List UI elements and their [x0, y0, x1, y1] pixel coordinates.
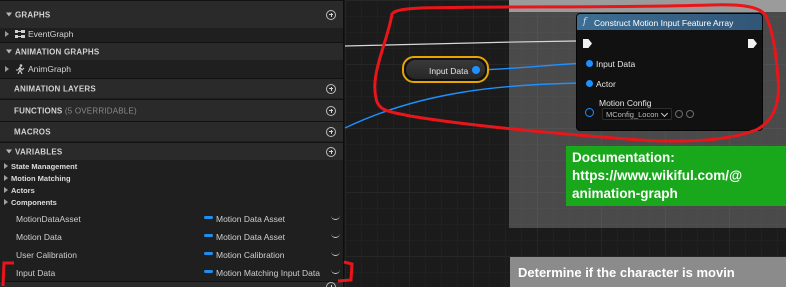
add-animation-layer-icon[interactable] [326, 83, 336, 94]
variable-category-motion-matching[interactable]: Motion Matching [4, 174, 71, 184]
category-label: Components [11, 198, 57, 207]
next-section-header[interactable] [0, 281, 343, 287]
movement-comment-box[interactable]: Determine if the character is movin [510, 257, 786, 287]
type-pill-icon [204, 216, 213, 219]
variable-type[interactable]: Motion Data Asset [216, 232, 285, 242]
eye-icon[interactable] [331, 232, 340, 238]
add-function-icon[interactable] [326, 105, 336, 116]
variable-row-input-data[interactable]: Input Data Motion Matching Input Data [0, 263, 343, 281]
output-pin[interactable] [472, 66, 480, 74]
variable-category-components[interactable]: Components [4, 198, 57, 208]
motion-config-pin-label: Motion Config [599, 98, 652, 108]
add-variable-icon[interactable] [326, 146, 336, 157]
functions-section-title: FUNCTIONS [14, 106, 63, 115]
event-graph-icon [15, 30, 25, 38]
variables-section-header[interactable]: VARIABLES [0, 142, 343, 160]
graphs-section-header[interactable]: GRAPHS [0, 0, 343, 28]
variable-category-actors[interactable]: Actors [4, 186, 35, 196]
type-pill-icon [204, 252, 213, 255]
type-pill-icon [204, 270, 213, 273]
variable-name: Motion Data [16, 232, 62, 242]
category-label: Actors [11, 186, 35, 195]
comment-text: Determine if the character is movin [518, 265, 735, 280]
collapse-arrow-icon [6, 149, 12, 153]
collapse-arrow-icon [6, 12, 12, 17]
actor-pin-label: Actor [596, 79, 616, 89]
variable-row-motiondataasset[interactable]: MotionDataAsset Motion Data Asset [0, 209, 343, 227]
add-macro-icon[interactable] [326, 126, 336, 137]
chevron-down-icon [660, 109, 669, 118]
documentation-heading: Documentation: [572, 150, 675, 165]
input-data-getter-node[interactable]: Input Data [402, 56, 489, 83]
eye-icon[interactable] [331, 214, 340, 220]
motion-config-value: MConfig_Locon [606, 110, 659, 119]
macros-section-header[interactable]: MACROS [0, 121, 343, 141]
graph-item-animgraph[interactable]: AnimGraph [0, 60, 343, 78]
browse-asset-icon[interactable] [686, 110, 694, 118]
animation-graphs-section-title: ANIMATION GRAPHS [15, 47, 100, 56]
comment-box-header[interactable] [509, 0, 786, 12]
graph-item-eventgraph[interactable]: EventGraph [0, 25, 343, 43]
expand-arrow-icon[interactable] [5, 31, 9, 37]
variable-name: User Calibration [16, 250, 77, 260]
category-label: Motion Matching [11, 174, 71, 183]
variable-row-user-calibration[interactable]: User Calibration Motion Calibration [0, 245, 343, 263]
collapse-arrow-icon [6, 49, 12, 53]
exec-out-pin[interactable] [748, 39, 757, 48]
exec-in-pin[interactable] [583, 39, 592, 48]
eye-icon[interactable] [331, 250, 340, 256]
motion-config-dropdown[interactable]: MConfig_Locon [602, 108, 672, 120]
macros-section-title: MACROS [14, 127, 51, 136]
variable-name: MotionDataAsset [16, 214, 81, 224]
add-graph-icon[interactable] [326, 9, 336, 20]
input-data-pin[interactable] [586, 60, 593, 67]
input-data-pin-label: Input Data [596, 59, 636, 69]
animation-graphs-section-header[interactable]: ANIMATION GRAPHS [0, 42, 343, 60]
add-icon[interactable] [326, 282, 336, 287]
variable-category-state-management[interactable]: State Management [4, 162, 77, 172]
node-header[interactable]: f Construct Motion Input Feature Array [577, 14, 762, 30]
use-selected-asset-icon[interactable] [675, 110, 683, 118]
expand-arrow-icon [4, 163, 8, 169]
animation-layers-section-header[interactable]: ANIMATION LAYERS [0, 78, 343, 98]
type-pill-icon [204, 234, 213, 237]
expand-arrow-icon [4, 175, 8, 181]
variable-name: Input Data [16, 268, 56, 278]
animgraph-label: AnimGraph [28, 64, 71, 74]
getter-node-label: Input Data [429, 66, 469, 76]
expand-arrow-icon [4, 199, 8, 205]
documentation-url-line-2: animation-graph [572, 186, 678, 201]
variable-row-motion-data[interactable]: Motion Data Motion Data Asset [0, 227, 343, 245]
actor-pin[interactable] [586, 80, 593, 87]
functions-overridable-count: (5 OVERRIDABLE) [64, 106, 137, 115]
functions-section-header[interactable]: FUNCTIONS (5 OVERRIDABLE) [0, 99, 343, 121]
motion-config-pin[interactable] [585, 108, 594, 117]
variables-section-title: VARIABLES [15, 147, 63, 156]
documentation-url-line-1: https://www.wikiful.com/@ [572, 168, 743, 183]
variable-type[interactable]: Motion Matching Input Data [216, 268, 320, 278]
eye-icon[interactable] [331, 268, 340, 274]
animation-layers-section-title: ANIMATION LAYERS [14, 84, 96, 93]
graphs-section-title: GRAPHS [15, 10, 51, 20]
anim-graph-icon [16, 64, 25, 74]
category-label: State Management [11, 162, 78, 171]
variable-type[interactable]: Motion Data Asset [216, 214, 285, 224]
my-blueprint-panel: GRAPHS EventGraph ANIMATION GRAPHS AnimG… [0, 0, 344, 287]
variable-type[interactable]: Motion Calibration [216, 250, 285, 260]
construct-motion-input-feature-array-node[interactable]: f Construct Motion Input Feature Array I… [576, 13, 763, 131]
function-icon: f [583, 17, 587, 27]
documentation-comment[interactable]: Documentation: https://www.wikiful.com/@… [566, 146, 786, 206]
expand-arrow-icon[interactable] [5, 66, 9, 72]
eventgraph-label: EventGraph [28, 29, 74, 39]
node-title: Construct Motion Input Feature Array [594, 17, 734, 28]
expand-arrow-icon [4, 187, 8, 193]
